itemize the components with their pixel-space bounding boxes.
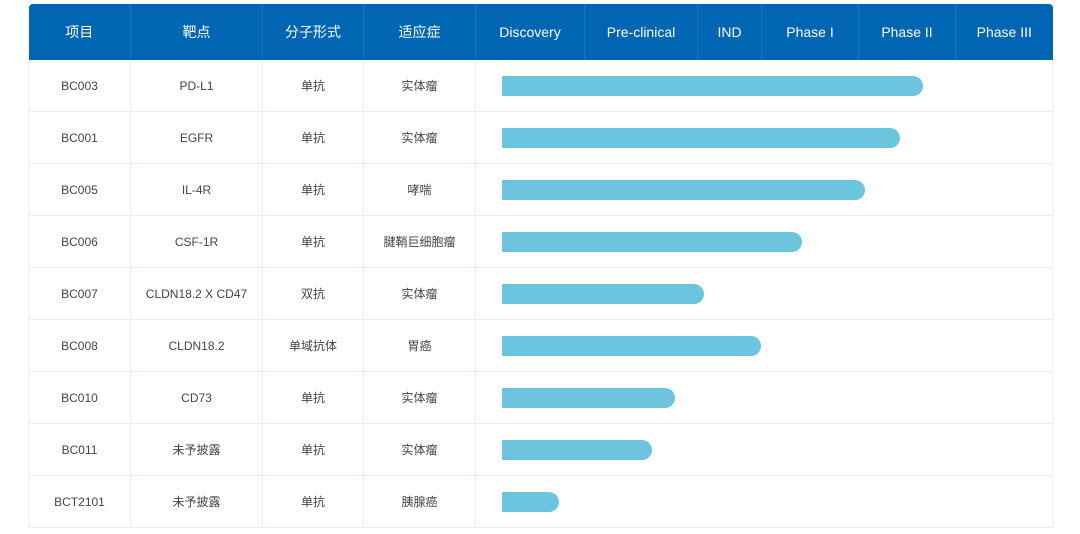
cell-project: BC011: [28, 423, 131, 476]
cell-pipeline-progress: [475, 319, 1053, 372]
cell-format: 单抗: [262, 111, 364, 164]
header-stage-phase2: Phase II: [858, 4, 956, 60]
table-row: BC007 CLDN18.2 X CD47 双抗 实体瘤: [28, 267, 1053, 320]
cell-target: EGFR: [130, 111, 263, 164]
progress-bar: [502, 388, 676, 408]
cell-format: 单抗: [262, 215, 364, 268]
cell-format: 双抗: [262, 267, 364, 320]
progress-bar: [502, 492, 560, 512]
cell-format: 单域抗体: [262, 319, 364, 372]
cell-project: BC005: [28, 163, 131, 216]
table-row: BC011 未予披露 单抗 实体瘤: [28, 423, 1053, 476]
cell-indication: 胃癌: [363, 319, 476, 372]
cell-pipeline-progress: [475, 60, 1053, 112]
header-project: 项目: [28, 4, 131, 60]
header-stage-phase1: Phase I: [761, 4, 859, 60]
cell-project: BC007: [28, 267, 131, 320]
progress-bar: [502, 336, 762, 356]
cell-target: CD73: [130, 371, 263, 424]
cell-pipeline-progress: [475, 267, 1053, 320]
table-header-row: 项目 靶点 分子形式 适应症 Discovery Pre-clinical IN…: [28, 4, 1053, 60]
cell-format: 单抗: [262, 163, 364, 216]
cell-indication: 胰腺癌: [363, 475, 476, 528]
cell-target: CLDN18.2: [130, 319, 263, 372]
cell-project: BC003: [28, 60, 131, 112]
cell-target: 未予披露: [130, 423, 263, 476]
cell-pipeline-progress: [475, 163, 1053, 216]
cell-pipeline-progress: [475, 423, 1053, 476]
cell-indication: 腱鞘巨细胞瘤: [363, 215, 476, 268]
header-stage-phase3: Phase III: [955, 4, 1053, 60]
progress-bar: [502, 440, 652, 460]
cell-indication: 哮喘: [363, 163, 476, 216]
table-row: BC008 CLDN18.2 单域抗体 胃癌: [28, 319, 1053, 372]
table-row: BC001 EGFR 单抗 实体瘤: [28, 111, 1053, 164]
cell-project: BC001: [28, 111, 131, 164]
header-stage-preclinical: Pre-clinical: [584, 4, 698, 60]
header-stage-ind: IND: [697, 4, 762, 60]
cell-target: PD-L1: [130, 60, 263, 112]
cell-pipeline-progress: [475, 111, 1053, 164]
table-row: BC006 CSF-1R 单抗 腱鞘巨细胞瘤: [28, 215, 1053, 268]
cell-format: 单抗: [262, 423, 364, 476]
cell-target: CSF-1R: [130, 215, 263, 268]
progress-bar: [502, 128, 901, 148]
cell-format: 单抗: [262, 371, 364, 424]
cell-indication: 实体瘤: [363, 111, 476, 164]
cell-indication: 实体瘤: [363, 423, 476, 476]
progress-bar: [502, 76, 924, 96]
pipeline-table: 项目 靶点 分子形式 适应症 Discovery Pre-clinical IN…: [28, 4, 1053, 528]
header-indication: 适应症: [363, 4, 476, 60]
header-stage-discovery: Discovery: [475, 4, 585, 60]
cell-target: IL-4R: [130, 163, 263, 216]
cell-indication: 实体瘤: [363, 60, 476, 112]
table-row: BC003 PD-L1 单抗 实体瘤: [28, 60, 1053, 112]
cell-project: BC006: [28, 215, 131, 268]
table-row: BC005 IL-4R 单抗 哮喘: [28, 163, 1053, 216]
header-target: 靶点: [130, 4, 263, 60]
cell-target: 未予披露: [130, 475, 263, 528]
progress-bar: [502, 180, 865, 200]
cell-indication: 实体瘤: [363, 267, 476, 320]
table-row: BC010 CD73 单抗 实体瘤: [28, 371, 1053, 424]
cell-pipeline-progress: [475, 475, 1053, 528]
cell-pipeline-progress: [475, 371, 1053, 424]
cell-project: BCT2101: [28, 475, 131, 528]
cell-format: 单抗: [262, 60, 364, 112]
table-body: BC003 PD-L1 单抗 实体瘤 BC001 EGFR 单抗 实体瘤 BC005 IL-4R 单…: [28, 60, 1053, 528]
cell-format: 单抗: [262, 475, 364, 528]
header-format: 分子形式: [262, 4, 364, 60]
cell-pipeline-progress: [475, 215, 1053, 268]
cell-project: BC008: [28, 319, 131, 372]
progress-bar: [502, 284, 704, 304]
cell-target: CLDN18.2 X CD47: [130, 267, 263, 320]
cell-project: BC010: [28, 371, 131, 424]
progress-bar: [502, 232, 802, 252]
cell-indication: 实体瘤: [363, 371, 476, 424]
table-row: BCT2101 未予披露 单抗 胰腺癌: [28, 475, 1053, 528]
